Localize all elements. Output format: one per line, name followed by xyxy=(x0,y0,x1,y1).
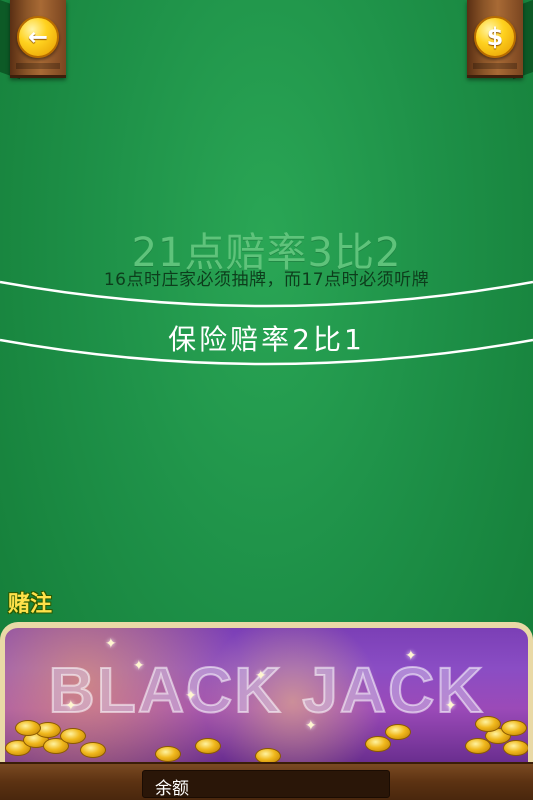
sparkle-icon: ✦ xyxy=(445,698,457,714)
blackjack-banner: BLACK JACK ✦ ✦ ✦ ✦ ✦ ✦ ✦ ✦ xyxy=(0,622,533,762)
gold-coin xyxy=(475,716,501,732)
insurance-text: 保险赔率2比1 xyxy=(168,323,365,356)
dollar-coin-icon: $ xyxy=(486,23,504,51)
bet-label: 赌注 xyxy=(8,592,53,617)
gold-coin xyxy=(501,720,527,736)
blackjack-logo: BLACK JACK xyxy=(48,653,485,727)
gold-coin xyxy=(503,740,528,756)
arrow-left-icon: ← xyxy=(27,23,49,51)
gold-coin xyxy=(80,742,106,758)
gold-coin xyxy=(365,736,391,752)
sparkle-icon: ✦ xyxy=(255,668,267,684)
balance-bar: 余额 xyxy=(142,770,390,799)
gold-coin xyxy=(60,728,86,744)
gold-coin xyxy=(255,748,281,762)
footer-bar: 余额 xyxy=(0,762,533,800)
sparkle-icon: ✦ xyxy=(65,698,77,714)
gold-coin xyxy=(195,738,221,754)
gold-coin xyxy=(385,724,411,740)
sparkle-icon: ✦ xyxy=(133,658,145,674)
gold-coin xyxy=(15,720,41,736)
back-button[interactable]: ← xyxy=(17,16,59,58)
sparkle-icon: ✦ xyxy=(185,688,197,704)
sparkle-icon: ✦ xyxy=(405,648,417,664)
sparkle-icon: ✦ xyxy=(305,718,317,734)
balance-label: 余额 xyxy=(155,779,189,799)
gold-coin xyxy=(155,746,181,762)
sparkle-icon: ✦ xyxy=(105,636,117,652)
shop-button[interactable]: $ xyxy=(474,16,516,58)
